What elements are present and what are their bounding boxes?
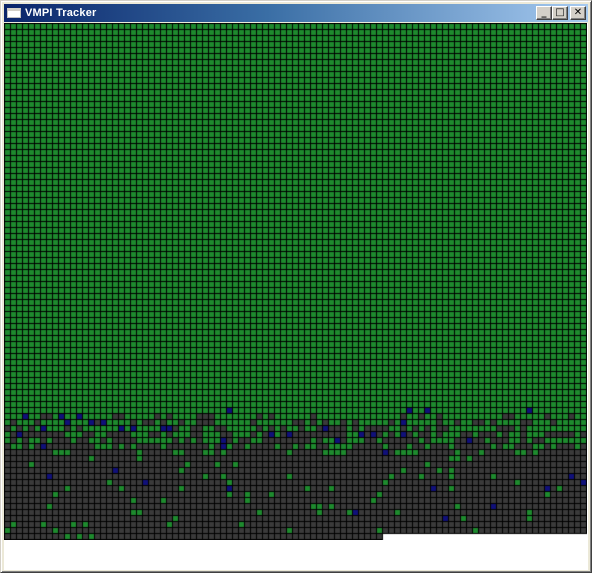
maximize-icon: □ bbox=[555, 7, 565, 18]
caption-buttons: _ □ ✕ bbox=[536, 6, 586, 20]
maximize-button[interactable]: □ bbox=[552, 6, 568, 20]
app-window-icon bbox=[7, 8, 21, 18]
minimize-icon: _ bbox=[541, 7, 547, 18]
tracker-client-area bbox=[4, 23, 588, 570]
close-button[interactable]: ✕ bbox=[570, 6, 586, 20]
minimize-button[interactable]: _ bbox=[536, 6, 552, 20]
title-bar[interactable]: VMPI Tracker _ □ ✕ bbox=[4, 4, 588, 22]
close-icon: ✕ bbox=[573, 7, 583, 18]
app-window: VMPI Tracker _ □ ✕ bbox=[0, 0, 592, 573]
worker-status-grid bbox=[4, 23, 587, 540]
window-title: VMPI Tracker bbox=[25, 7, 97, 19]
